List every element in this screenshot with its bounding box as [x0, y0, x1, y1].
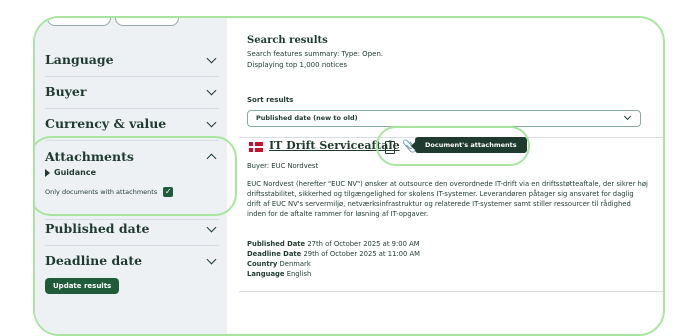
displaying-count: Displaying top 1,000 notices	[247, 61, 348, 69]
facet-buyer-label: Buyer	[45, 84, 87, 99]
highlight-ring	[35, 136, 237, 216]
facet-currency-label: Currency & value	[45, 116, 167, 131]
deadline-row: Deadline Date 29th of October 2025 at 11…	[247, 250, 420, 258]
page-frame: Language Buyer Currency & value Attachme…	[33, 16, 665, 336]
country-value: Denmark	[279, 260, 311, 268]
language-value: English	[286, 270, 312, 278]
chevron-down-icon	[206, 222, 217, 233]
chevron-down-icon	[623, 112, 632, 121]
language-row: Language English	[247, 270, 311, 278]
sort-select-value: Published date (new to old)	[256, 114, 358, 122]
published-label: Published Date	[247, 240, 306, 248]
pill[interactable]	[115, 18, 179, 26]
facet-deadline-label: Deadline date	[45, 253, 143, 268]
facet-buyer[interactable]: Buyer	[45, 84, 219, 109]
sort-label: Sort results	[247, 96, 294, 104]
facet-language-label: Language	[45, 52, 114, 67]
update-results-button[interactable]: Update results	[45, 278, 120, 294]
country-row: Country Denmark	[247, 260, 311, 268]
pill[interactable]	[47, 18, 111, 26]
notice-description: EUC Nordvest (herefter "EUC NV") ønsker …	[247, 180, 648, 218]
deadline-label: Deadline Date	[247, 250, 302, 258]
language-label: Language	[247, 270, 285, 278]
published-row: Published Date 27th of October 2025 at 9…	[247, 240, 420, 248]
chevron-down-icon	[206, 117, 217, 128]
facet-language[interactable]: Language	[45, 52, 219, 77]
chevron-down-icon	[206, 53, 217, 64]
top-pills	[47, 18, 179, 26]
notice-buyer: Buyer: EUC Nordvest	[247, 162, 319, 170]
published-value: 27th of October 2025 at 9:00 AM	[307, 240, 420, 248]
facet-published-label: Published date	[45, 221, 150, 236]
search-summary: Search features summary: Type: Open.	[247, 50, 384, 58]
denmark-flag-icon	[249, 142, 263, 152]
highlight-ring	[376, 126, 530, 166]
chevron-down-icon	[206, 254, 217, 265]
sort-select[interactable]: Published date (new to old)	[247, 110, 641, 127]
facet-deadline-date[interactable]: Deadline date	[45, 253, 219, 277]
country-label: Country	[247, 260, 278, 268]
results-title: Search results	[247, 35, 328, 46]
results-panel: Search results Search features summary: …	[239, 18, 663, 334]
chevron-down-icon	[206, 85, 217, 96]
divider	[239, 291, 663, 292]
filter-sidebar: Language Buyer Currency & value Attachme…	[35, 18, 237, 334]
deadline-value: 29th of October 2025 at 11:00 AM	[303, 250, 421, 258]
facet-published-date[interactable]: Published date	[45, 221, 219, 246]
